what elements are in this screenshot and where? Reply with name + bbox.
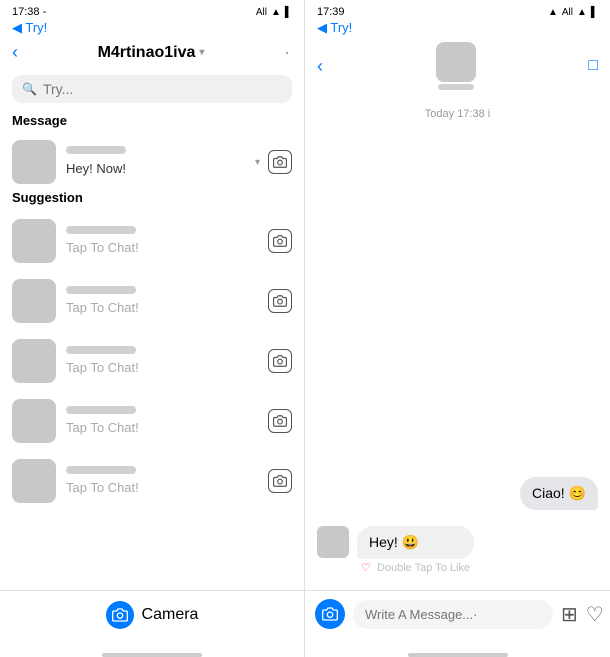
nav-chevron-left: ▾ — [199, 47, 204, 58]
left-panel: 17:38 - All ▲ ▌ ◀ ◀ Try! Try! ‹ M4rtinao… — [0, 0, 305, 657]
gallery-icon[interactable]: ⊞ — [561, 602, 578, 627]
message-content-0: Hey! Now! — [66, 146, 245, 178]
outgoing-bubble-wrap: Ciao! 😊 — [317, 477, 598, 518]
avatar-message-0 — [12, 140, 56, 184]
chat-text-input[interactable] — [353, 600, 553, 629]
chat-input-bar: ⊞ ♡ — [305, 590, 610, 649]
chat-spacer — [317, 130, 598, 477]
suggestion-item-1[interactable]: Tap To Chat! — [0, 271, 304, 331]
like-icon[interactable]: ♡ — [586, 602, 604, 627]
suggestion-name-bar-0 — [66, 226, 136, 234]
suggestion-content-2: Tap To Chat! — [66, 346, 258, 377]
back-nav-left[interactable]: ◀ ◀ Try! Try! — [0, 20, 304, 38]
phone-icon[interactable]: □ — [588, 57, 598, 75]
suggestion-content-3: Tap To Chat! — [66, 406, 258, 437]
suggestion-name-bar-1 — [66, 286, 136, 294]
back-arrow-right: ◀ — [317, 20, 327, 35]
incoming-content: Hey! 😃 ♡ Double Tap To Like — [357, 526, 474, 576]
camera-icon-suggestion-3[interactable] — [268, 409, 292, 433]
time-right: 17:39 — [317, 6, 345, 18]
home-indicator-left — [102, 653, 202, 657]
incoming-avatar — [317, 526, 349, 558]
message-item-0[interactable]: Hey! Now! ▾ — [0, 134, 304, 190]
status-bar-right: 17:39 ▲ All ▲ ▌ — [305, 0, 610, 20]
suggestion-item-0[interactable]: Tap To Chat! — [0, 211, 304, 271]
chat-messages: Today 17:38 i Ciao! 😊 Hey! 😃 ♡ Double Ta… — [305, 98, 610, 590]
camera-icon-message-0[interactable] — [268, 150, 292, 174]
suggestion-content-4: Tap To Chat! — [66, 466, 258, 497]
suggestion-text-2: Tap To Chat! — [66, 360, 139, 375]
avatar-suggestion-0 — [12, 219, 56, 263]
double-tap-hint[interactable]: ♡ Double Tap To Like — [357, 559, 474, 576]
nav-title-text: M4rtinao1iva — [98, 44, 196, 62]
suggestion-item-2[interactable]: Tap To Chat! — [0, 331, 304, 391]
battery-left: ▌ — [285, 7, 292, 18]
nav-dots-left[interactable]: · — [284, 42, 292, 63]
suggestion-name-bar-2 — [66, 346, 136, 354]
suggestion-item-3[interactable]: Tap To Chat! — [0, 391, 304, 451]
network-left: All — [256, 7, 267, 18]
suggestion-content-0: Tap To Chat! — [66, 226, 258, 257]
suggestion-text-4: Tap To Chat! — [66, 480, 139, 495]
battery-right: ▌ — [591, 7, 598, 18]
suggestion-text-1: Tap To Chat! — [66, 300, 139, 315]
search-bar[interactable]: 🔍 — [12, 75, 292, 103]
camera-label-left: Camera — [142, 606, 199, 624]
double-tap-text: Double Tap To Like — [377, 562, 470, 574]
chat-avatar — [436, 42, 476, 82]
chat-name-bar — [438, 84, 474, 90]
suggestion-name-bar-4 — [66, 466, 136, 474]
message-name-bar-0 — [66, 146, 126, 154]
chat-date-label: Today 17:38 i — [317, 108, 598, 120]
search-icon: 🔍 — [22, 82, 37, 96]
suggestion-name-bar-3 — [66, 406, 136, 414]
dropdown-arrow-0[interactable]: ▾ — [255, 157, 260, 168]
wifi-right: ▲ — [577, 7, 587, 18]
time-left: 17:38 - — [12, 6, 46, 18]
message-text-0: Hey! Now! — [66, 161, 126, 176]
incoming-bubble-wrap: Hey! 😃 ♡ Double Tap To Like — [317, 526, 598, 576]
suggestion-content-1: Tap To Chat! — [66, 286, 258, 317]
camera-icon-suggestion-0[interactable] — [268, 229, 292, 253]
back-button-left[interactable]: ‹ — [12, 42, 18, 63]
chat-camera-button[interactable] — [315, 599, 345, 629]
outgoing-bubble: Ciao! 😊 — [520, 477, 598, 510]
status-icons-left: All ▲ ▌ — [256, 7, 292, 18]
avatar-suggestion-4 — [12, 459, 56, 503]
wifi-left: ▲ — [271, 7, 281, 18]
suggestion-text-3: Tap To Chat! — [66, 420, 139, 435]
incoming-bubble: Hey! 😃 — [357, 526, 474, 559]
suggestion-text-0: Tap To Chat! — [66, 240, 139, 255]
camera-button-left[interactable] — [106, 601, 134, 629]
bottom-bar-left: Camera — [0, 590, 304, 649]
chat-nav-icons: □ — [588, 57, 598, 75]
camera-icon-suggestion-2[interactable] — [268, 349, 292, 373]
status-icons-right: ▲ All ▲ ▌ — [548, 7, 598, 18]
section-message: Message — [0, 113, 304, 134]
camera-icon-suggestion-1[interactable] — [268, 289, 292, 313]
search-input[interactable] — [43, 81, 282, 97]
chat-back-button[interactable]: ‹ — [317, 56, 323, 77]
nav-bar-left: ‹ M4rtinao1iva ▾ · — [0, 38, 304, 71]
network-right: All — [562, 7, 573, 18]
camera-icon-suggestion-4[interactable] — [268, 469, 292, 493]
message-actions-0: ▾ — [255, 150, 292, 174]
avatar-suggestion-1 — [12, 279, 56, 323]
right-panel: 17:39 ▲ All ▲ ▌ ◀ Try! ‹ □ Today 17:38 i… — [305, 0, 610, 657]
chat-contact-header[interactable] — [436, 42, 476, 90]
back-arrow-left: ◀ — [12, 20, 22, 35]
home-indicator-right — [408, 653, 508, 657]
chat-nav-bar: ‹ □ — [305, 38, 610, 98]
back-nav-right[interactable]: ◀ Try! — [305, 20, 610, 38]
status-bar-left: 17:38 - All ▲ ▌ — [0, 0, 304, 20]
section-suggestion: Suggestion — [0, 190, 304, 211]
avatar-suggestion-2 — [12, 339, 56, 383]
avatar-suggestion-3 — [12, 399, 56, 443]
suggestion-item-4[interactable]: Tap To Chat! — [0, 451, 304, 511]
location-icon: ▲ — [548, 7, 558, 18]
nav-title-left[interactable]: M4rtinao1iva ▾ — [98, 44, 205, 62]
heart-icon: ♡ — [361, 562, 371, 574]
